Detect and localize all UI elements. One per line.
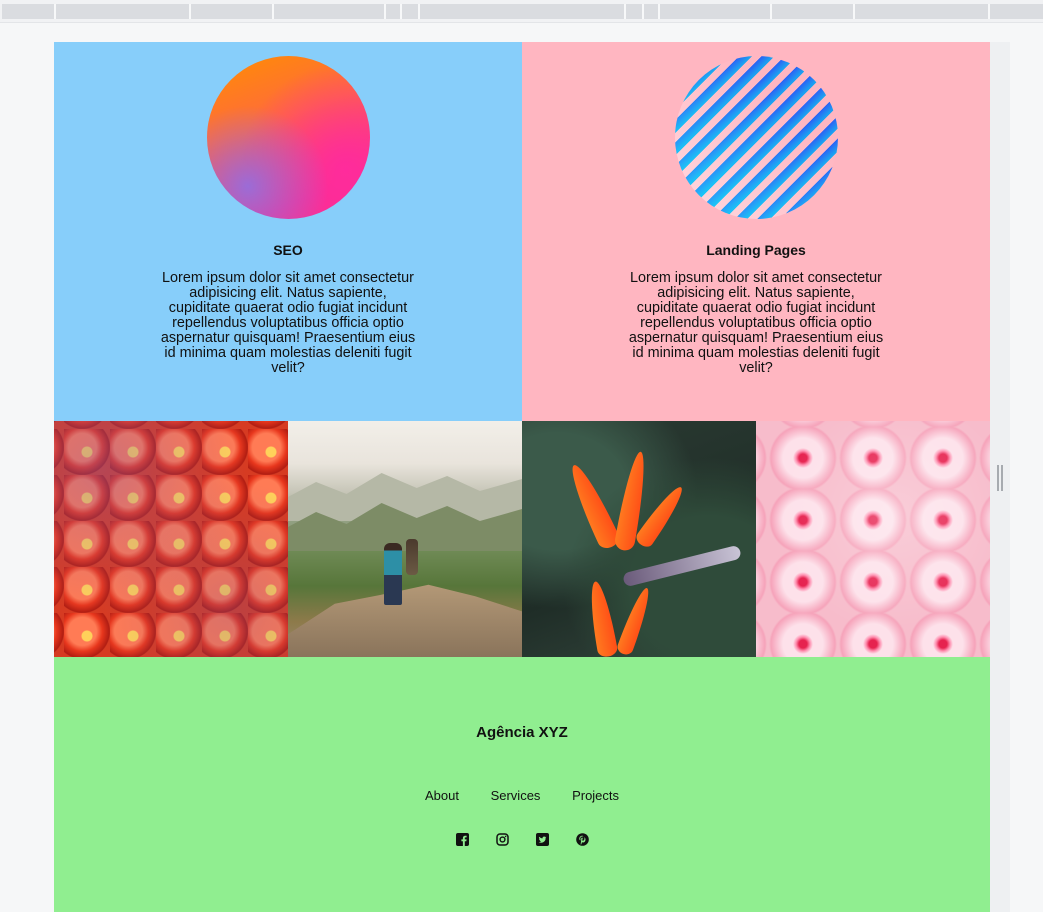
hiker-figure — [406, 539, 418, 575]
services-section: SEO Lorem ipsum dolor sit amet consectet… — [54, 42, 990, 421]
ruler-tick — [272, 4, 274, 19]
tomatoes-photo — [54, 421, 288, 657]
mountain-ridge — [288, 473, 522, 521]
nav-link-projects[interactable]: Projects — [572, 788, 619, 803]
ruler-tick — [988, 4, 990, 19]
site-footer: Agência XYZ About Services Projects — [54, 657, 990, 912]
ruler-track — [2, 4, 1043, 19]
footer-nav: About Services Projects — [54, 788, 990, 803]
ruler-tick — [54, 4, 56, 19]
hiker-figure — [384, 543, 402, 605]
ruler-tick — [853, 4, 855, 19]
service-title: SEO — [273, 242, 303, 258]
pink-blossom-photo — [756, 421, 990, 657]
ruler-tick — [400, 4, 402, 19]
service-title: Landing Pages — [706, 242, 806, 258]
striped-circle-illustration — [675, 56, 838, 219]
ruler-tick — [189, 4, 191, 19]
ruler-tick — [624, 4, 626, 19]
social-links — [54, 833, 990, 846]
service-card-landing-pages: Landing Pages Lorem ipsum dolor sit amet… — [522, 42, 990, 421]
page-canvas: SEO Lorem ipsum dolor sit amet consectet… — [54, 42, 990, 912]
nav-link-services[interactable]: Services — [491, 788, 541, 803]
flower-petal — [564, 460, 622, 552]
flower-petal — [615, 585, 655, 657]
flower-bract — [622, 544, 742, 588]
nav-link-about[interactable]: About — [425, 788, 459, 803]
pinterest-icon[interactable] — [575, 833, 589, 846]
mountain-hiker-photo — [288, 421, 522, 657]
gradient-circle-illustration — [207, 56, 370, 219]
ruler-tick — [384, 4, 386, 19]
bird-of-paradise-photo — [522, 421, 756, 657]
rock-outcrop — [288, 584, 522, 657]
top-ruler — [0, 0, 1043, 23]
ruler-tick — [642, 4, 644, 19]
service-card-seo: SEO Lorem ipsum dolor sit amet consectet… — [54, 42, 522, 421]
instagram-icon[interactable] — [495, 833, 509, 846]
twitter-icon[interactable] — [535, 833, 549, 846]
facebook-icon[interactable] — [455, 833, 469, 846]
flower-petal — [585, 579, 619, 657]
ruler-tick — [770, 4, 772, 19]
resize-handle[interactable] — [997, 465, 1003, 491]
service-description: Lorem ipsum dolor sit amet consectetur a… — [628, 270, 884, 376]
ruler-tick — [418, 4, 420, 19]
footer-brand: Agência XYZ — [476, 724, 568, 741]
ruler-tick — [658, 4, 660, 19]
photo-gallery — [54, 421, 990, 657]
service-description: Lorem ipsum dolor sit amet consectetur a… — [160, 270, 416, 376]
